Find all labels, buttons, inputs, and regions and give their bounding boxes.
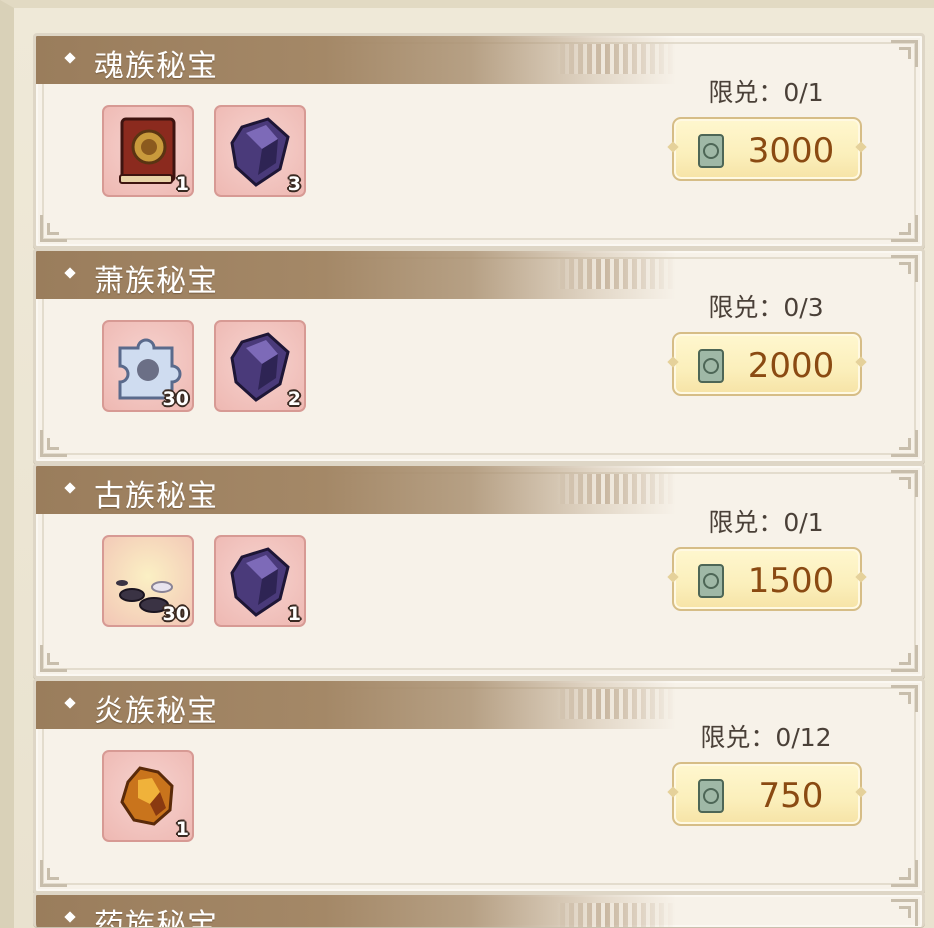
corner-ornament [891,470,918,497]
price-value: 3000 [747,131,835,171]
pack-card-3: 古族秘宝 30 1 限兑：0/1 1500 [33,463,925,679]
pack-card-4: 炎族秘宝 1 限兑：0/12 750 [33,678,925,894]
buy-button[interactable]: 1500 [672,547,862,611]
purple-crystal-icon [230,332,290,402]
corner-ornament [40,860,67,887]
jade-token-icon [698,134,724,168]
reward-items: 30 2 [102,320,306,412]
reward-item-red-book[interactable]: 1 [102,105,194,197]
red-book-icon [119,117,176,184]
price-value: 2000 [747,346,835,386]
item-count: 30 [162,388,189,410]
pack-title: 炎族秘宝 [94,694,218,729]
exchange-limit: 限兑：0/3 [708,293,824,322]
pack-title: 药族秘宝 [94,908,218,927]
reward-item-fire-ore[interactable]: 1 [102,750,194,842]
reward-item-blue-puzzle[interactable]: 30 [102,320,194,412]
corner-ornament [891,40,918,67]
corner-ornament [40,430,67,457]
corner-ornament [891,430,918,457]
jade-token-icon [698,779,724,813]
pack-card-1: 魂族秘宝 1 3 限兑：0/1 3000 [33,33,925,249]
pack-title: 古族秘宝 [94,479,218,514]
reward-items: 1 [102,750,194,842]
item-count: 3 [287,173,301,195]
purple-crystal-icon [230,547,290,617]
corner-ornament [891,215,918,242]
corner-ornament [891,899,918,926]
corner-ornament [891,860,918,887]
corner-ornament [40,645,67,672]
purple-crystal-icon [230,117,290,187]
item-count: 2 [287,388,301,410]
corner-ornament [891,645,918,672]
fire-ore-icon [120,766,174,826]
corner-ornament [40,215,67,242]
item-count: 1 [175,173,189,195]
corner-ornament [891,255,918,282]
reward-item-black-pills[interactable]: 30 [102,535,194,627]
reward-items: 1 3 [102,105,306,197]
item-count: 1 [175,818,189,840]
pack-title: 魂族秘宝 [94,49,218,84]
exchange-limit: 限兑：0/1 [708,78,824,107]
pack-title: 萧族秘宝 [94,264,218,299]
reward-item-purple-crystal[interactable]: 3 [214,105,306,197]
item-count: 30 [162,603,189,625]
reward-item-purple-crystal[interactable]: 1 [214,535,306,627]
buy-button[interactable]: 2000 [672,332,862,396]
pack-card-5: 药族秘宝 [33,892,925,927]
price-value: 750 [758,776,824,816]
item-count: 1 [287,603,301,625]
reward-items: 30 1 [102,535,306,627]
corner-ornament [891,685,918,712]
jade-token-icon [698,349,724,383]
price-value: 1500 [747,561,835,601]
exchange-limit: 限兑：0/12 [700,723,832,752]
reward-item-purple-crystal[interactable]: 2 [214,320,306,412]
exchange-limit: 限兑：0/1 [708,508,824,537]
pack-card-2: 萧族秘宝 30 2 限兑：0/3 2000 [33,248,925,464]
jade-token-icon [698,564,724,598]
buy-button[interactable]: 750 [672,762,862,826]
buy-button[interactable]: 3000 [672,117,862,181]
